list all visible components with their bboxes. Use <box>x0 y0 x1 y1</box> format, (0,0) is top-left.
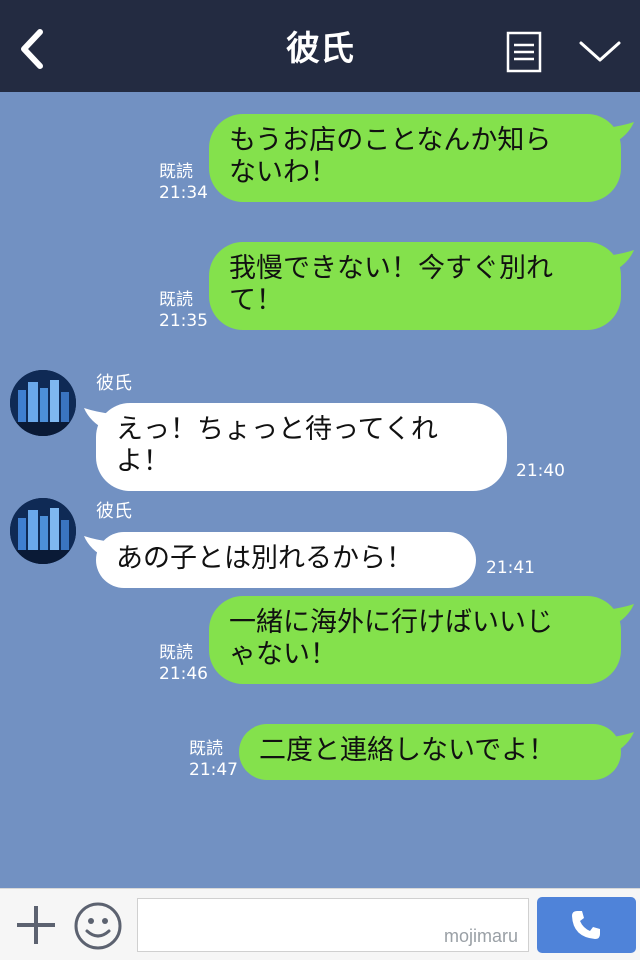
avatar-image <box>10 498 76 564</box>
read-receipt: 既読 21:34 <box>159 162 208 203</box>
avatar[interactable] <box>10 370 76 436</box>
read-receipt: 既読 21:46 <box>159 643 208 684</box>
avatar-image <box>10 370 76 436</box>
message-bubble-outgoing[interactable]: 一緒に海外に行けばいいじ ゃない！ <box>209 596 621 684</box>
chevron-down-icon[interactable] <box>578 38 622 66</box>
message-input[interactable]: mojimaru <box>137 898 529 952</box>
message-bubble-outgoing[interactable]: 二度と連絡しないでよ！ <box>239 724 621 780</box>
message-bubble-incoming[interactable]: えっ！ちょっと待ってくれ よ！ <box>96 403 507 491</box>
chat-title: 彼氏 <box>286 29 354 69</box>
message-time: 21:41 <box>486 558 535 578</box>
smiley-icon[interactable] <box>73 901 123 951</box>
read-receipt: 既読 21:47 <box>189 739 238 780</box>
read-receipt: 既読 21:35 <box>159 290 208 331</box>
message-time: 21:46 <box>159 664 208 684</box>
watermark-text: mojimaru <box>443 926 518 946</box>
message-time: 21:34 <box>159 183 208 203</box>
input-bar: mojimaru <box>0 888 640 960</box>
message-time: 21:40 <box>516 461 565 481</box>
chat-header: 彼氏 <box>0 0 640 92</box>
menu-lines-icon[interactable] <box>506 31 542 73</box>
message-bubble-incoming[interactable]: あの子とは別れるから！ <box>96 532 476 588</box>
chat-area[interactable]: 既読 21:34 もうお店のことなんか知ら ないわ！ 既読 21:35 我慢でき… <box>0 92 640 888</box>
message-time: 21:35 <box>159 311 208 331</box>
message-bubble-outgoing[interactable]: 我慢できない！今すぐ別れ て！ <box>209 242 621 330</box>
plus-icon[interactable] <box>14 903 58 947</box>
call-button[interactable] <box>537 897 636 953</box>
sender-name: 彼氏 <box>96 501 132 522</box>
message-time: 21:47 <box>189 760 238 780</box>
avatar[interactable] <box>10 498 76 564</box>
phone-icon <box>572 911 600 939</box>
sender-name: 彼氏 <box>96 373 132 394</box>
message-bubble-outgoing[interactable]: もうお店のことなんか知ら ないわ！ <box>209 114 621 202</box>
